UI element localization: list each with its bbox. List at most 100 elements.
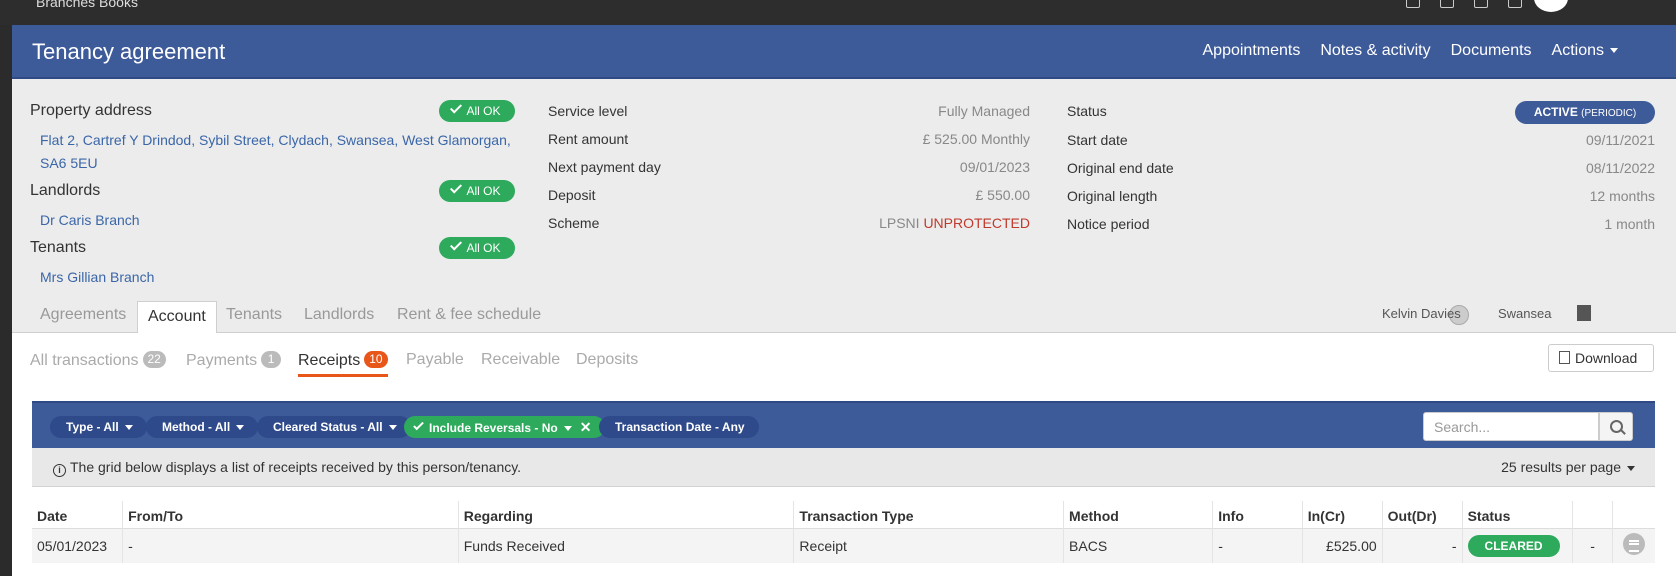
row-menu-icon[interactable] <box>1622 533 1645 556</box>
col-transaction-type[interactable]: Transaction Type <box>793 501 1065 528</box>
filter-transaction-date[interactable]: Transaction Date - Any <box>599 416 759 438</box>
cell-regarding: Funds Received <box>458 527 795 563</box>
tenant-link[interactable]: Mrs Gillian Branch <box>40 266 154 289</box>
check-icon <box>450 101 463 114</box>
search-icon[interactable] <box>1599 412 1633 441</box>
subtab-receipts[interactable]: Receipts 10 <box>298 351 388 377</box>
start-date-value: 09/11/2021 <box>1585 132 1655 148</box>
user-avatar[interactable] <box>1534 0 1568 12</box>
brand-name[interactable]: Branches Books <box>36 0 138 10</box>
check-icon <box>413 419 424 431</box>
mail-icon[interactable] <box>1474 0 1488 8</box>
col-info[interactable]: Info <box>1212 501 1303 528</box>
service-level-value: Fully Managed <box>938 103 1030 119</box>
help-icon[interactable] <box>1508 0 1522 8</box>
cleared-badge: CLEARED <box>1467 534 1560 557</box>
next-payment-label: Next payment day <box>548 159 661 175</box>
cell-info: - <box>1212 527 1303 563</box>
subtab-payable[interactable]: Payable <box>406 351 464 369</box>
col-in-cr[interactable]: In(Cr) <box>1302 501 1383 528</box>
table-row[interactable]: 05/01/2023 - Funds Received Receipt BACS… <box>32 527 1655 563</box>
property-ok-badge: All OK <box>439 100 515 122</box>
tab-agreements[interactable]: Agreements <box>40 306 126 324</box>
info-icon: i <box>53 464 66 477</box>
nav-appointments[interactable]: Appointments <box>1203 42 1301 60</box>
col-out-dr[interactable]: Out(Dr) <box>1382 501 1463 528</box>
status-label: Status <box>1067 103 1107 119</box>
chevron-down-icon <box>124 425 133 431</box>
original-end-date-value: 08/11/2022 <box>1585 160 1655 176</box>
property-address-link[interactable]: Flat 2, Cartref Y Drindod, Sybil Street,… <box>40 129 511 175</box>
start-date-label: Start date <box>1067 132 1128 148</box>
check-icon <box>450 181 463 194</box>
cell-date: 05/01/2023 <box>32 527 124 563</box>
original-length-value: 12 months <box>1589 188 1655 204</box>
page-title: Tenancy agreement <box>32 39 226 64</box>
page-header: Tenancy agreement Appointments Notes & a… <box>12 25 1676 79</box>
filter-include-reversals[interactable]: Include Reversals - No ✕ <box>404 416 606 438</box>
table-header-row: Date From/To Regarding Transaction Type … <box>32 501 1655 528</box>
col-from-to[interactable]: From/To <box>122 501 459 528</box>
chevron-down-icon <box>236 425 245 431</box>
check-icon <box>450 238 463 251</box>
chevron-down-icon <box>563 426 572 432</box>
filter-bar: Type - All Method - All Cleared Status -… <box>32 401 1655 448</box>
calculator-icon[interactable] <box>1440 0 1454 8</box>
rent-amount-label: Rent amount <box>548 131 629 147</box>
notice-period-value: 1 month <box>1604 216 1655 232</box>
scheme-status: UNPROTECTED <box>923 215 1030 231</box>
subtab-all-transactions[interactable]: All transactions 22 <box>30 351 166 370</box>
cell-status: CLEARED <box>1462 527 1574 563</box>
main-frame: Tenancy agreement Appointments Notes & a… <box>12 25 1676 576</box>
col-date[interactable]: Date <box>32 501 124 528</box>
results-per-page[interactable]: 25 results per page <box>1501 459 1635 475</box>
tab-tenants[interactable]: Tenants <box>226 306 282 324</box>
search-input[interactable]: Search... <box>1423 412 1599 441</box>
filter-type[interactable]: Type - All <box>50 416 147 438</box>
col-actions <box>1612 501 1655 528</box>
subtab-deposits[interactable]: Deposits <box>576 351 638 369</box>
top-app-bar: Branches Books <box>0 0 1676 25</box>
cell-in-cr: £525.00 <box>1302 527 1383 563</box>
filter-method[interactable]: Method - All <box>146 416 259 438</box>
download-button[interactable]: Download <box>1548 344 1654 372</box>
cell-method: BACS <box>1063 527 1214 563</box>
notes-icon[interactable] <box>1406 0 1420 8</box>
col-method[interactable]: Method <box>1063 501 1214 528</box>
tab-landlords[interactable]: Landlords <box>304 306 374 324</box>
tenants-ok-badge: All OK <box>439 237 515 259</box>
status-badge: ACTIVE (PERIODIC) <box>1515 101 1655 124</box>
notice-period-label: Notice period <box>1067 216 1150 232</box>
building-icon <box>1577 305 1591 321</box>
col-regarding[interactable]: Regarding <box>458 501 795 528</box>
original-end-date-label: Original end date <box>1067 160 1174 176</box>
nav-notes-activity[interactable]: Notes & activity <box>1320 42 1430 60</box>
subtab-receivable[interactable]: Receivable <box>481 351 560 369</box>
remove-filter-icon[interactable]: ✕ <box>580 419 592 435</box>
scheme-value: LPSNI UNPROTECTED <box>879 215 1030 231</box>
account-panel: All transactions 22 Payments 1 Receipts 10 … <box>12 333 1676 576</box>
branch-name[interactable]: Swansea <box>1498 306 1551 321</box>
info-bar: i The grid below displays a list of recei… <box>32 448 1655 487</box>
deposit-label: Deposit <box>548 187 596 203</box>
col-extra <box>1572 501 1613 528</box>
receipts-table: Date From/To Regarding Transaction Type … <box>32 501 1655 563</box>
rent-amount-value: £ 525.00 Monthly <box>922 131 1030 147</box>
tenants-label: Tenants <box>30 239 87 256</box>
tab-account[interactable]: Account <box>137 301 217 333</box>
cell-transaction-type: Receipt <box>793 527 1065 563</box>
service-level-label: Service level <box>548 103 628 119</box>
subtab-payments[interactable]: Payments 1 <box>186 351 282 370</box>
nav-actions[interactable]: Actions <box>1552 42 1618 60</box>
user-name[interactable]: Kelvin Davies <box>1382 306 1461 321</box>
tab-rent-fee-schedule[interactable]: Rent & fee schedule <box>397 306 541 324</box>
landlord-link[interactable]: Dr Caris Branch <box>40 209 140 232</box>
landlords-label: Landlords <box>30 182 101 199</box>
cell-from-to: - <box>122 527 459 563</box>
col-status[interactable]: Status <box>1462 501 1574 528</box>
chevron-down-icon <box>388 425 397 431</box>
nav-documents[interactable]: Documents <box>1451 42 1532 60</box>
landlords-ok-badge: All OK <box>439 180 515 202</box>
cell-extra: - <box>1572 527 1613 563</box>
filter-cleared-status[interactable]: Cleared Status - All <box>257 416 411 438</box>
